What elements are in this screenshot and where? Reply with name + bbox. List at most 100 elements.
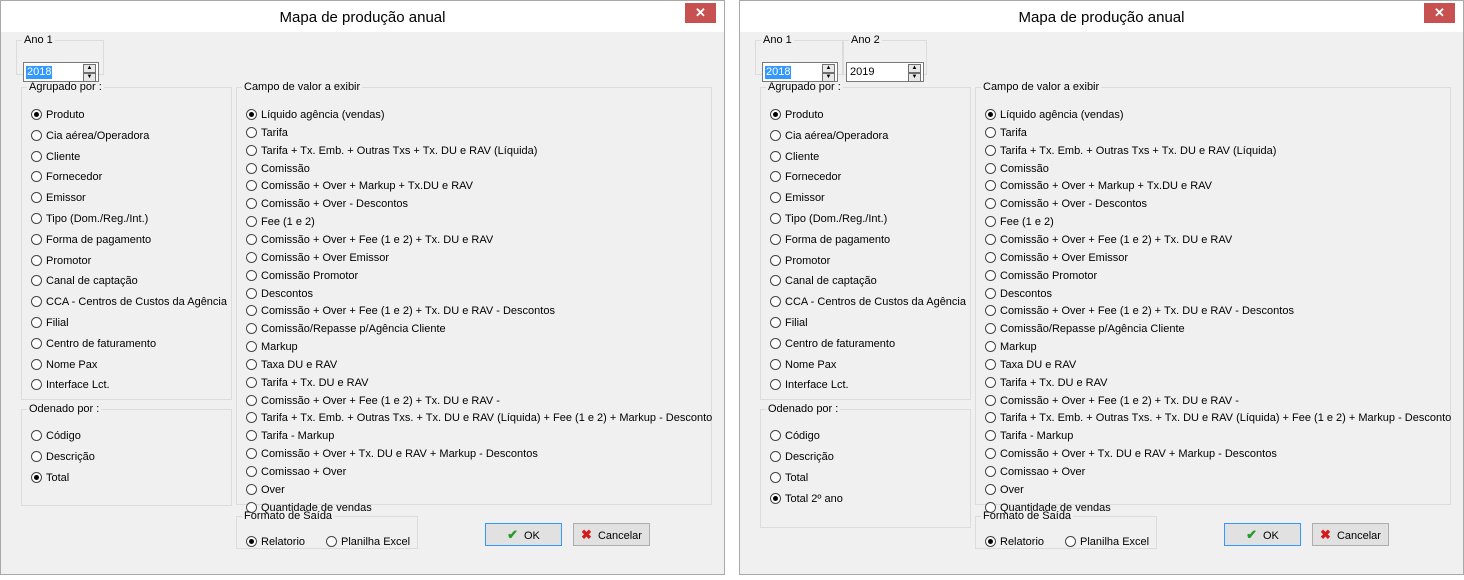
- close-button[interactable]: ✕: [1424, 3, 1455, 23]
- campo-option[interactable]: Comissão + Over + Markup + Tx.DU e RAV: [985, 178, 1212, 194]
- campo-option[interactable]: Over: [246, 482, 285, 498]
- radio-button[interactable]: [246, 305, 257, 317]
- radio-button[interactable]: [985, 251, 996, 263]
- radio-button[interactable]: [31, 150, 42, 162]
- campo-option[interactable]: Comissão + Over + Tx. DU e RAV + Markup …: [985, 446, 1277, 462]
- agrupado-option[interactable]: Nome Pax: [770, 357, 836, 373]
- campo-option[interactable]: Tarifa + Tx. Emb. + Outras Txs + Tx. DU …: [246, 143, 537, 159]
- campo-option[interactable]: Taxa DU e RAV: [985, 357, 1076, 373]
- agrupado-option[interactable]: Fornecedor: [770, 169, 841, 185]
- radio-button[interactable]: [246, 233, 257, 245]
- radio-button[interactable]: [246, 162, 257, 174]
- radio-button[interactable]: [985, 448, 996, 460]
- radio-button[interactable]: [985, 233, 996, 245]
- radio-button[interactable]: [31, 109, 42, 120]
- campo-option[interactable]: Comissão + Over + Tx. DU e RAV + Markup …: [246, 446, 538, 462]
- agrupado-option[interactable]: Promotor: [31, 253, 91, 269]
- radio-button[interactable]: [246, 251, 257, 263]
- radio-button[interactable]: [985, 358, 996, 370]
- radio-button[interactable]: [246, 109, 257, 120]
- formato-option[interactable]: Planilha Excel: [1065, 534, 1149, 550]
- campo-option[interactable]: Comissão: [985, 161, 1049, 177]
- radio-button[interactable]: [246, 323, 257, 335]
- radio-button[interactable]: [246, 412, 257, 424]
- radio-button[interactable]: [770, 430, 781, 441]
- agrupado-option[interactable]: Produto: [770, 107, 824, 123]
- campo-option[interactable]: Comissão + Over Emissor: [985, 250, 1128, 266]
- radio-button[interactable]: [246, 536, 257, 547]
- agrupado-option[interactable]: Tipo (Dom./Reg./Int.): [31, 211, 148, 227]
- campo-option[interactable]: Fee (1 e 2): [246, 214, 315, 230]
- ordenado-option[interactable]: Total 2º ano: [770, 491, 843, 507]
- campo-option[interactable]: Markup: [985, 339, 1037, 355]
- campo-option[interactable]: Comissão + Over + Fee (1 e 2) + Tx. DU e…: [985, 232, 1232, 248]
- radio-button[interactable]: [31, 233, 42, 245]
- radio-button[interactable]: [770, 150, 781, 162]
- radio-button[interactable]: [770, 296, 781, 308]
- campo-option[interactable]: Tarifa + Tx. DU e RAV: [246, 375, 369, 391]
- radio-button[interactable]: [31, 472, 42, 483]
- agrupado-option[interactable]: Fornecedor: [31, 169, 102, 185]
- ano1-value[interactable]: 2018: [765, 66, 792, 79]
- agrupado-option[interactable]: Filial: [770, 315, 808, 331]
- campo-option[interactable]: Tarifa - Markup: [246, 428, 334, 444]
- agrupado-option[interactable]: Promotor: [770, 253, 830, 269]
- radio-button[interactable]: [326, 536, 337, 547]
- spin-up-icon[interactable]: ▲: [83, 64, 96, 73]
- radio-button[interactable]: [31, 213, 42, 224]
- campo-option[interactable]: Comissão + Over + Fee (1 e 2) + Tx. DU e…: [246, 303, 555, 319]
- agrupado-option[interactable]: Cia aérea/Operadora: [770, 128, 888, 144]
- formato-option[interactable]: Relatorio: [985, 534, 1044, 550]
- radio-button[interactable]: [246, 483, 257, 495]
- radio-button[interactable]: [246, 269, 257, 281]
- campo-option[interactable]: Comissão/Repasse p/Agência Cliente: [985, 321, 1185, 337]
- campo-option[interactable]: Líquido agência (vendas): [246, 107, 385, 123]
- campo-option[interactable]: Tarifa + Tx. Emb. + Outras Txs + Tx. DU …: [985, 143, 1276, 159]
- campo-option[interactable]: Comissao + Over: [985, 464, 1085, 480]
- radio-button[interactable]: [31, 337, 42, 349]
- radio-button[interactable]: [985, 341, 996, 353]
- ano1-spinner[interactable]: 2018 ▲ ▼: [23, 62, 99, 82]
- radio-button[interactable]: [31, 254, 42, 266]
- ordenado-option[interactable]: Total: [31, 470, 69, 486]
- radio-button[interactable]: [246, 358, 257, 370]
- radio-button[interactable]: [246, 394, 257, 406]
- radio-button[interactable]: [31, 296, 42, 308]
- radio-button[interactable]: [770, 358, 781, 370]
- radio-button[interactable]: [985, 323, 996, 335]
- agrupado-option[interactable]: Nome Pax: [31, 357, 97, 373]
- campo-option[interactable]: Descontos: [246, 286, 313, 302]
- radio-button[interactable]: [985, 144, 996, 156]
- campo-option[interactable]: Tarifa + Tx. Emb. + Outras Txs. + Tx. DU…: [246, 410, 712, 426]
- agrupado-option[interactable]: Forma de pagamento: [770, 232, 890, 248]
- spin-up-icon[interactable]: ▲: [822, 64, 835, 73]
- campo-option[interactable]: Comissão + Over + Markup + Tx.DU e RAV: [246, 178, 473, 194]
- ordenado-option[interactable]: Código: [770, 428, 820, 444]
- radio-button[interactable]: [985, 109, 996, 120]
- agrupado-option[interactable]: Forma de pagamento: [31, 232, 151, 248]
- campo-option[interactable]: Comissão: [246, 161, 310, 177]
- formato-option[interactable]: Relatorio: [246, 534, 305, 550]
- radio-button[interactable]: [246, 376, 257, 388]
- ordenado-option[interactable]: Código: [31, 428, 81, 444]
- campo-option[interactable]: Comissão + Over - Descontos: [246, 196, 408, 212]
- agrupado-option[interactable]: Centro de faturamento: [31, 336, 156, 352]
- radio-button[interactable]: [246, 144, 257, 156]
- ordenado-option[interactable]: Descrição: [31, 449, 95, 465]
- ok-button[interactable]: ✔ OK: [1224, 523, 1301, 546]
- radio-button[interactable]: [770, 337, 781, 349]
- campo-option[interactable]: Markup: [246, 339, 298, 355]
- campo-option[interactable]: Comissão + Over + Fee (1 e 2) + Tx. DU e…: [246, 393, 500, 409]
- radio-button[interactable]: [246, 466, 257, 477]
- radio-button[interactable]: [770, 379, 781, 391]
- agrupado-option[interactable]: Emissor: [31, 190, 86, 206]
- campo-option[interactable]: Tarifa - Markup: [985, 428, 1073, 444]
- radio-button[interactable]: [985, 483, 996, 495]
- radio-button[interactable]: [985, 412, 996, 424]
- campo-option[interactable]: Comissão + Over Emissor: [246, 250, 389, 266]
- campo-option[interactable]: Tarifa: [985, 125, 1027, 141]
- agrupado-option[interactable]: CCA - Centros de Custos da Agência: [770, 294, 966, 310]
- campo-option[interactable]: Tarifa + Tx. DU e RAV: [985, 375, 1108, 391]
- radio-button[interactable]: [1065, 536, 1076, 547]
- radio-button[interactable]: [31, 275, 42, 287]
